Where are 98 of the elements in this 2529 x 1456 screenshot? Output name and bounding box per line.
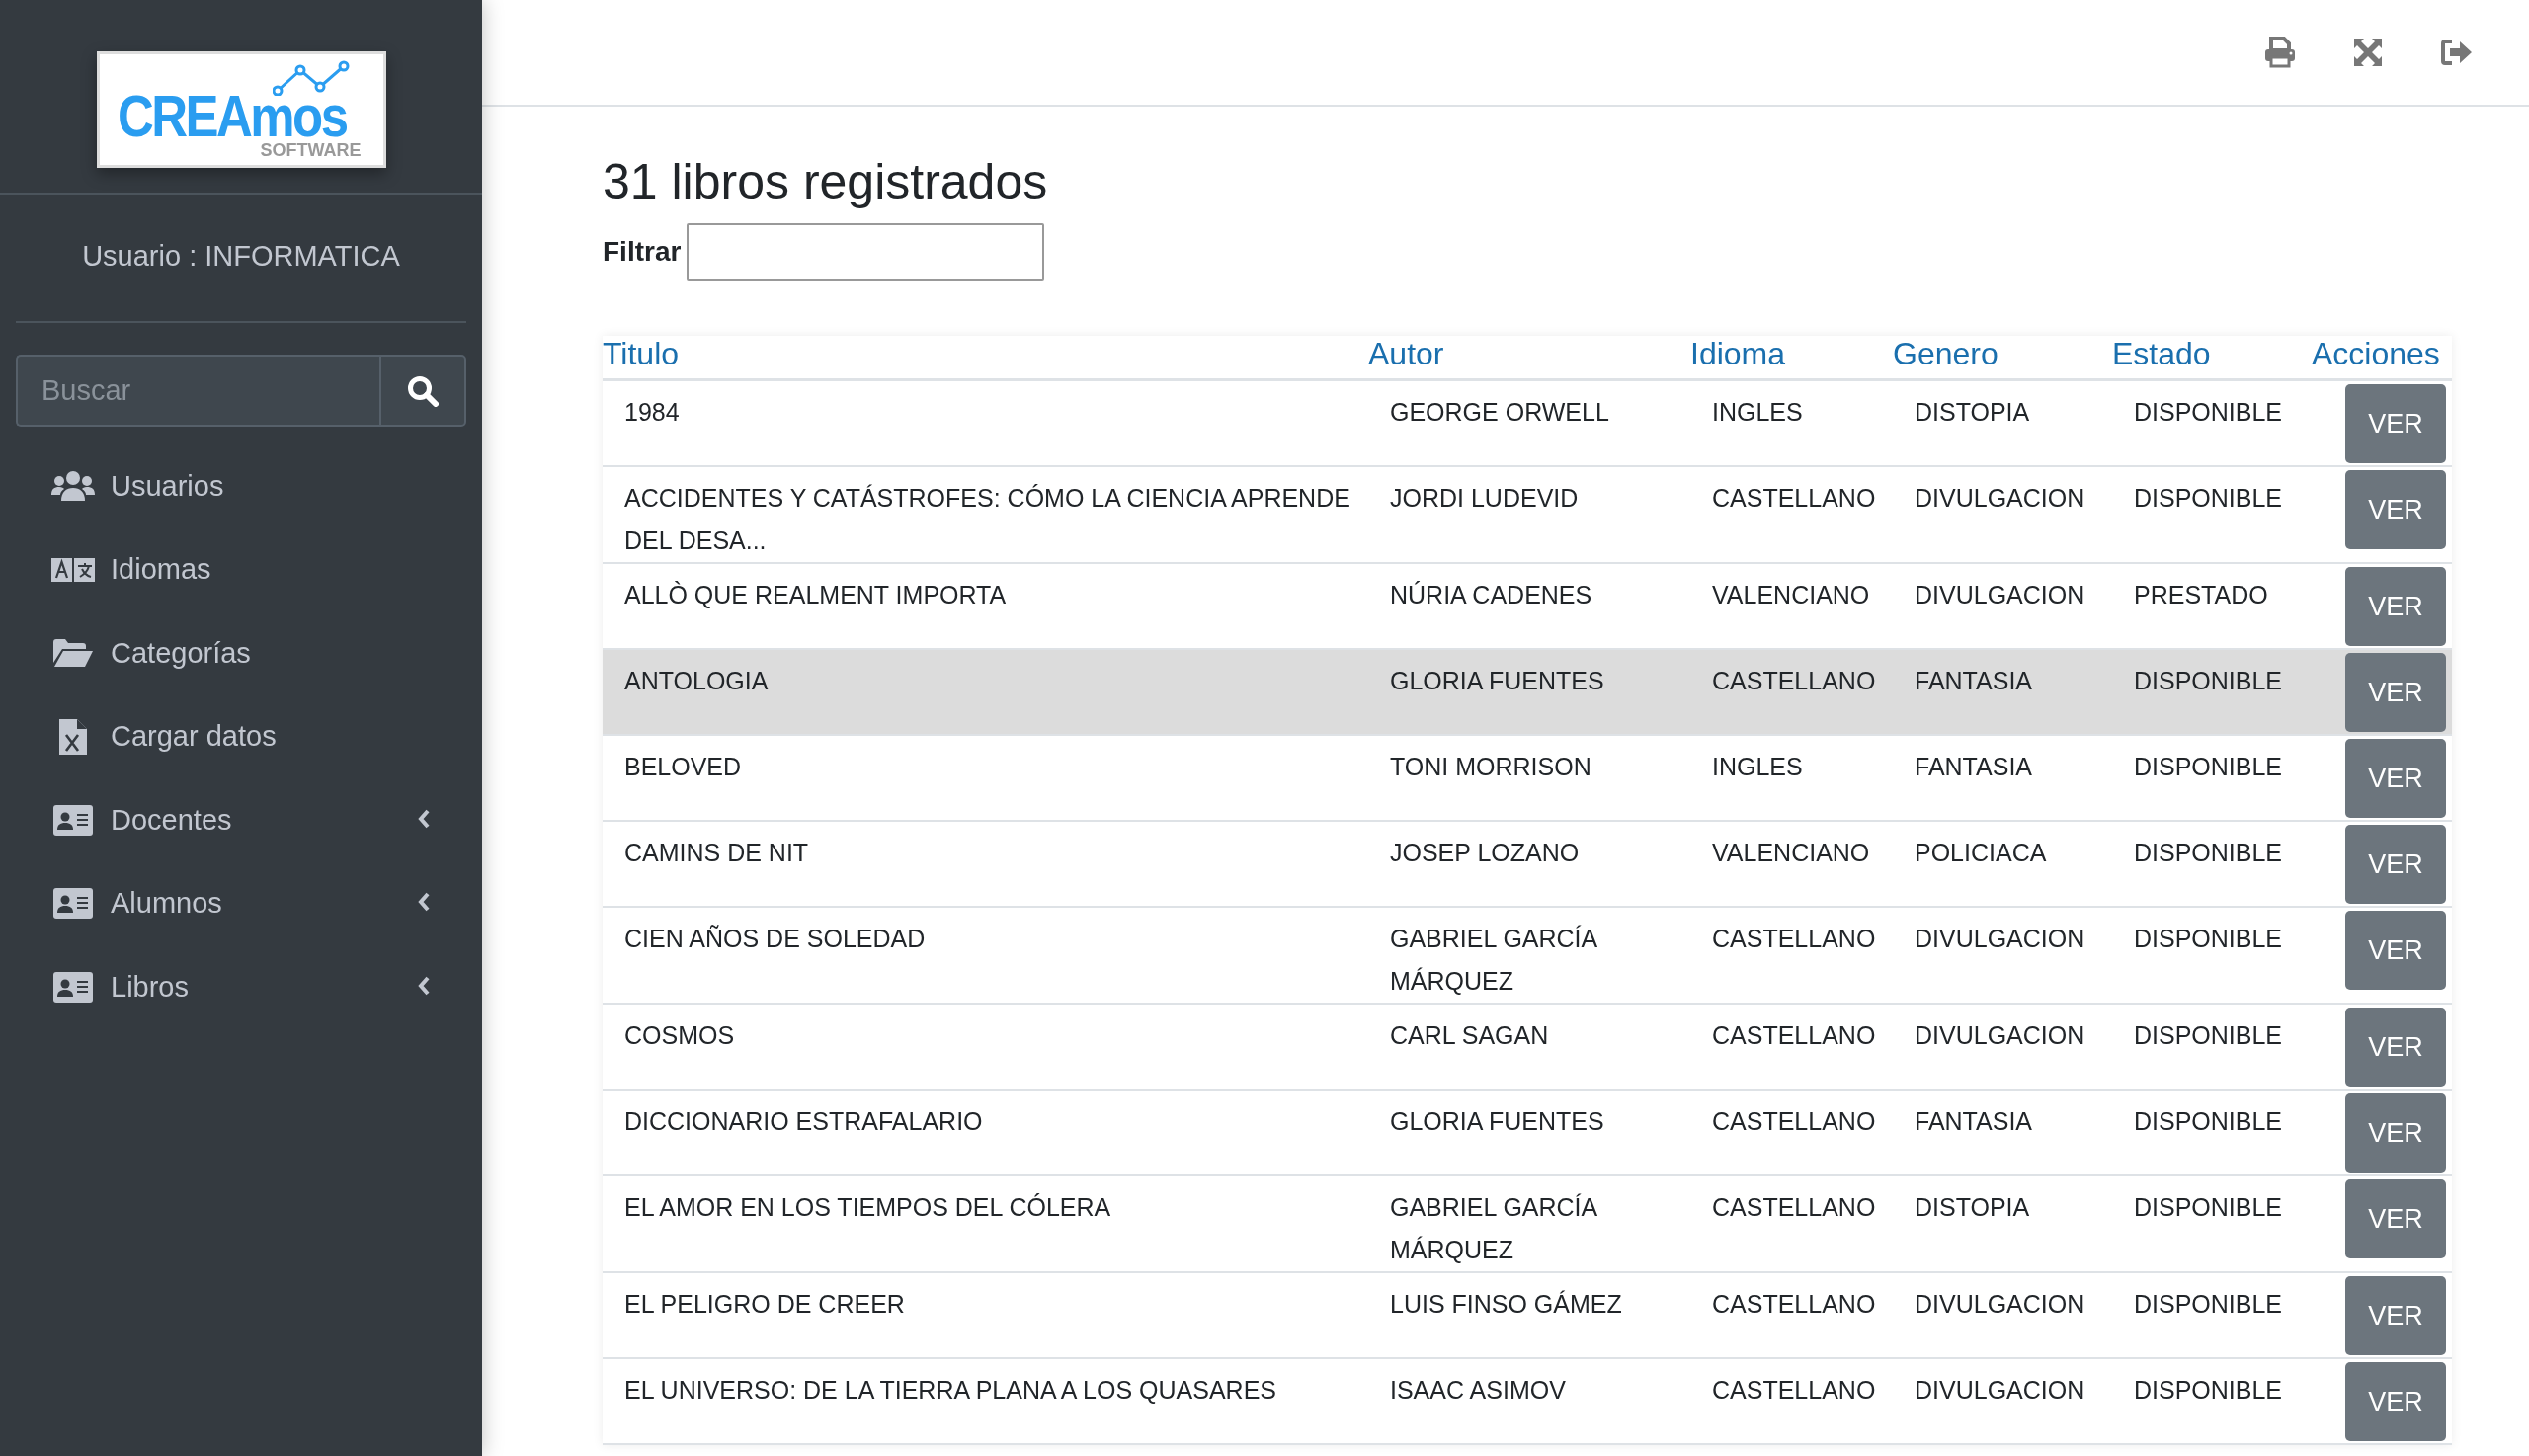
table-cell: DICCIONARIO ESTRAFALARIO	[603, 1090, 1368, 1175]
view-button[interactable]: VER	[2345, 1362, 2446, 1441]
table-cell: TONI MORRISON	[1368, 735, 1690, 821]
view-button[interactable]: VER	[2345, 470, 2446, 549]
view-button[interactable]: VER	[2345, 1008, 2446, 1087]
table-cell: FANTASIA	[1893, 735, 2112, 821]
excel-file-icon	[59, 718, 87, 755]
sidebar-item[interactable]: Docentes	[0, 778, 482, 862]
table-cell: DISPONIBLE	[2112, 1004, 2312, 1090]
table-cell: GABRIEL GARCÍA MÁRQUEZ	[1368, 1175, 1690, 1272]
table-cell: DISPONIBLE	[2112, 379, 2312, 466]
folder-icon	[53, 639, 93, 668]
table-cell: LUIS FINSO GÁMEZ	[1368, 1272, 1690, 1358]
table-cell: CASTELLANO	[1690, 1090, 1893, 1175]
table-cell: DISPONIBLE	[2112, 1090, 2312, 1175]
view-button[interactable]: VER	[2345, 653, 2446, 732]
table-cell: POLICIACA	[1893, 821, 2112, 907]
print-icon[interactable]	[2264, 37, 2296, 68]
table-cell: GLORIA FUENTES	[1368, 649, 1690, 735]
view-button[interactable]: VER	[2345, 1179, 2446, 1258]
view-button[interactable]: VER	[2345, 739, 2446, 818]
table-cell: COSMOS	[603, 1004, 1368, 1090]
table-cell: DISTOPIA	[1893, 1175, 2112, 1272]
table-cell: DISPONIBLE	[2112, 1358, 2312, 1444]
table-cell: DISPONIBLE	[2112, 1175, 2312, 1272]
table-cell: DISTOPIA	[1893, 379, 2112, 466]
table-cell: DISPONIBLE	[2112, 649, 2312, 735]
column-header[interactable]: Autor	[1368, 336, 1690, 380]
table-cell: CASTELLANO	[1690, 1004, 1893, 1090]
table-cell: CASTELLANO	[1690, 907, 1893, 1004]
table-cell: ISAAC ASIMOV	[1368, 1358, 1690, 1444]
table-cell: DISPONIBLE	[2112, 735, 2312, 821]
column-header[interactable]: Acciones	[2312, 336, 2452, 380]
sidebar-item[interactable]: Idiomas	[0, 527, 482, 611]
sidebar-item[interactable]: Libros	[0, 945, 482, 1029]
table-cell: DIVULGACION	[1893, 1004, 2112, 1090]
sidebar-item[interactable]: Alumnos	[0, 861, 482, 945]
id-card-icon	[53, 971, 93, 1003]
view-button[interactable]: VER	[2345, 911, 2446, 990]
table-cell: DISPONIBLE	[2112, 821, 2312, 907]
table-cell: EL AMOR EN LOS TIEMPOS DEL CÓLERA	[603, 1175, 1368, 1272]
table-cell: DISPONIBLE	[2112, 466, 2312, 563]
table-cell: DIVULGACION	[1893, 907, 2112, 1004]
sidebar-item[interactable]: Usuarios	[0, 445, 482, 528]
table-cell: CASTELLANO	[1690, 649, 1893, 735]
page-title: 31 libros registrados	[603, 153, 1049, 211]
table-cell: FANTASIA	[1893, 649, 2112, 735]
search-field[interactable]: Buscar	[16, 355, 379, 427]
table-cell: CASTELLANO	[1690, 1358, 1893, 1444]
filter-field[interactable]	[687, 223, 1045, 281]
table-cell: CASTELLANO	[1690, 1175, 1893, 1272]
table-cell: JORDI LUDEVID	[1368, 466, 1690, 563]
view-button[interactable]: VER	[2345, 567, 2446, 646]
column-header[interactable]: Idioma	[1690, 336, 1893, 380]
column-header[interactable]: Titulo	[603, 336, 1368, 380]
view-button[interactable]: VER	[2345, 825, 2446, 904]
table-cell: GLORIA FUENTES	[1368, 1090, 1690, 1175]
fullscreen-icon[interactable]	[2353, 38, 2383, 67]
sidebar-item[interactable]: Cargar datos	[0, 694, 482, 778]
table-cell: DIVULGACION	[1893, 1358, 2112, 1444]
table-cell: CIEN AÑOS DE SOLEDAD	[603, 907, 1368, 1004]
table-cell: ANTOLOGIA	[603, 649, 1368, 735]
table-cell: BELOVED	[603, 735, 1368, 821]
table-cell: CAMINS DE NIT	[603, 821, 1368, 907]
language-icon	[51, 557, 95, 582]
table-cell: CASTELLANO	[1690, 1272, 1893, 1358]
table-cell: JOSEP LOZANO	[1368, 821, 1690, 907]
table-cell: INGLES	[1690, 379, 1893, 466]
table-cell: DIVULGACION	[1893, 466, 2112, 563]
user-name: Usuario : INFORMATICA	[16, 195, 466, 323]
search-button[interactable]	[379, 355, 466, 427]
table-cell: DIVULGACION	[1893, 1272, 2112, 1358]
search-icon	[407, 374, 439, 407]
column-header[interactable]: Estado	[2112, 336, 2312, 380]
table-cell: EL UNIVERSO: DE LA TIERRA PLANA A LOS QUASARES	[603, 1358, 1368, 1444]
table-cell: GEORGE ORWELL	[1368, 379, 1690, 466]
sidebar-item[interactable]: Categorías	[0, 611, 482, 695]
table-cell: DISPONIBLE	[2112, 907, 2312, 1004]
column-header[interactable]: Genero	[1893, 336, 2112, 380]
table-cell: VALENCIANO	[1690, 821, 1893, 907]
table-cell: GABRIEL GARCÍA MÁRQUEZ	[1368, 907, 1690, 1004]
users-icon	[51, 470, 95, 503]
logo: CREAmos SOFTWARE	[96, 51, 386, 168]
view-button[interactable]: VER	[2345, 1276, 2446, 1355]
table-cell: EL PELIGRO DE CREER	[603, 1272, 1368, 1358]
table-cell: ACCIDENTES Y CATÁSTROFES: CÓMO LA CIENCIA APRENDE DEL DESA...	[603, 466, 1368, 563]
table-cell: FANTASIA	[1893, 1090, 2112, 1175]
id-card-icon	[53, 888, 93, 920]
filter-label: Filtrar	[603, 236, 682, 268]
view-button[interactable]: VER	[2345, 1093, 2446, 1173]
table-cell: CASTELLANO	[1690, 466, 1893, 563]
table-cell: 1984	[603, 379, 1368, 466]
table-cell: CARL SAGAN	[1368, 1004, 1690, 1090]
logout-icon[interactable]	[2440, 38, 2474, 67]
table-cell: DISPONIBLE	[2112, 1272, 2312, 1358]
table-cell: INGLES	[1690, 735, 1893, 821]
view-button[interactable]: VER	[2345, 384, 2446, 463]
id-card-icon	[53, 804, 93, 836]
